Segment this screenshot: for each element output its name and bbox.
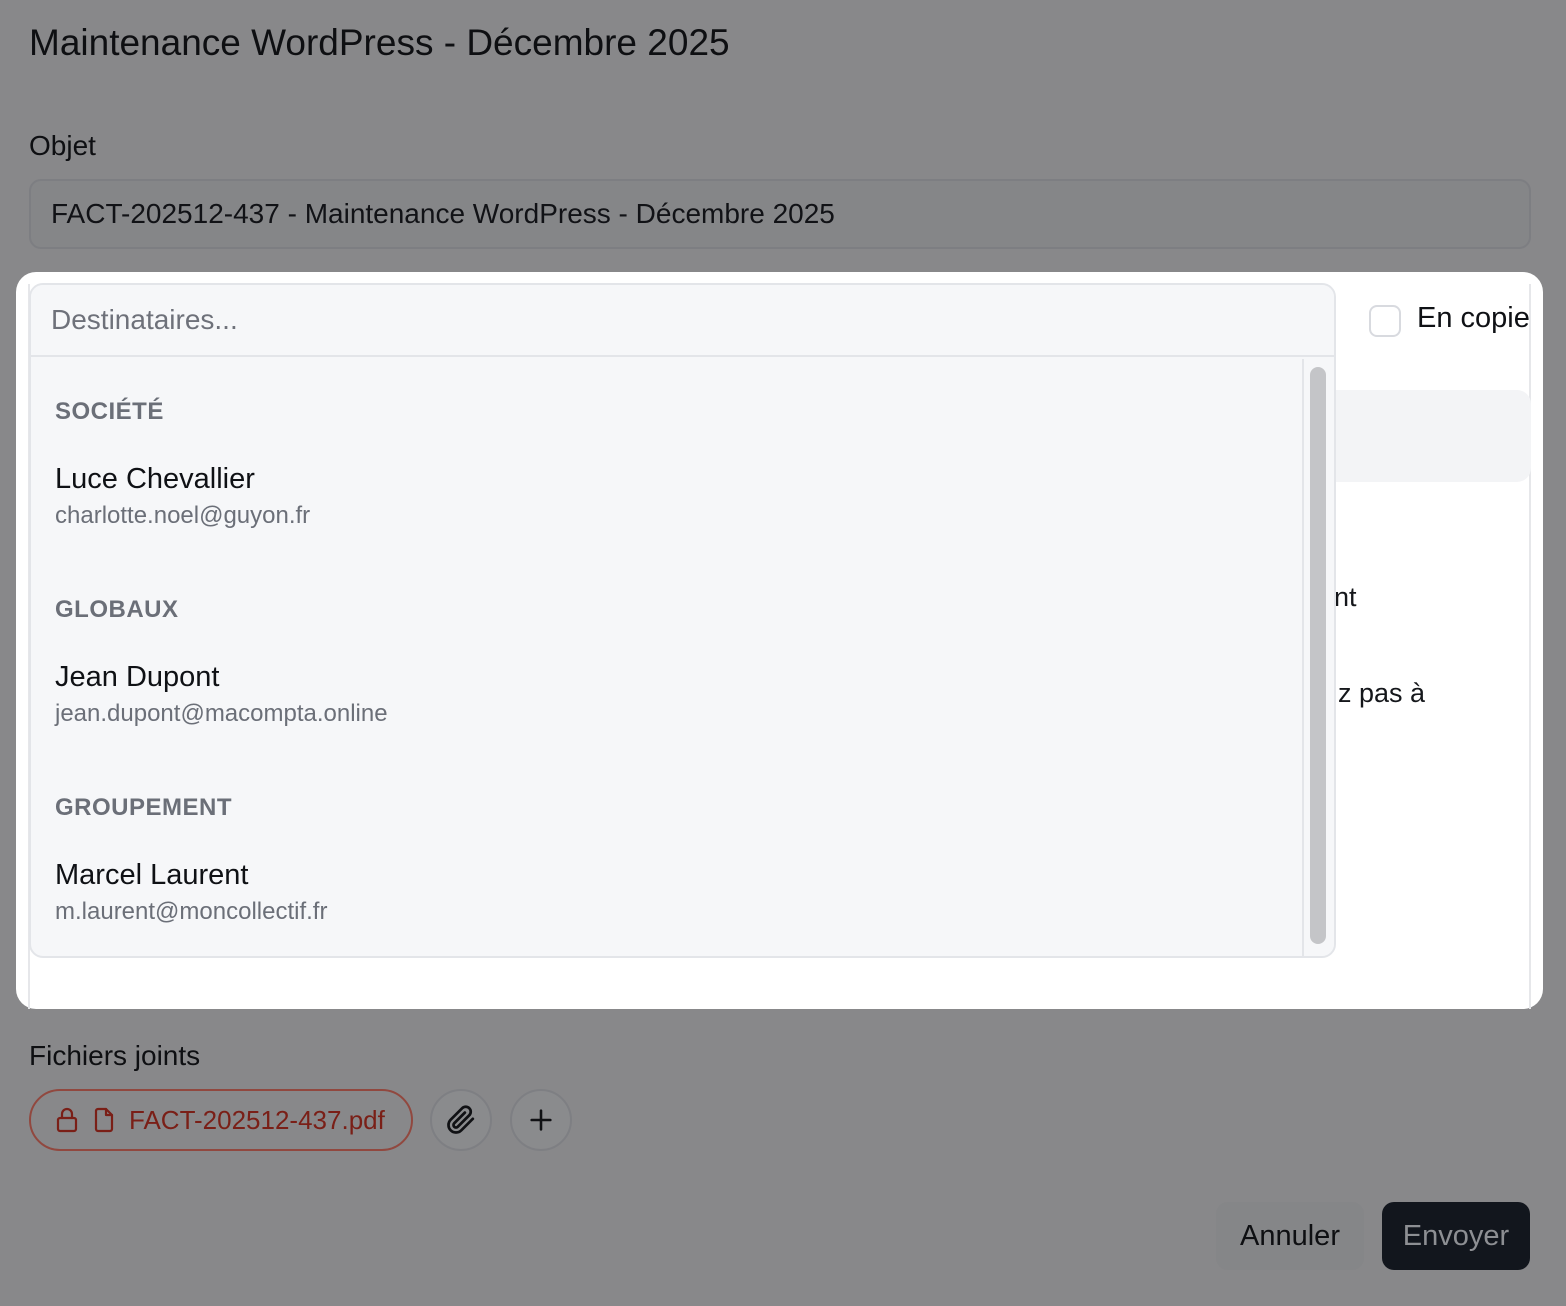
message-body-fragment: z pas à xyxy=(1338,678,1426,708)
recipients-combobox: SOCIÉTÉ Luce Chevallier charlotte.noel@g… xyxy=(29,283,1336,958)
recipient-option[interactable]: Marcel Laurent m.laurent@moncollectif.fr xyxy=(55,859,1304,939)
message-body-fragment: nt xyxy=(1334,582,1357,612)
subject-label: Objet xyxy=(29,130,96,161)
recipients-dropdown-list: SOCIÉTÉ Luce Chevallier charlotte.noel@g… xyxy=(31,359,1304,956)
attach-file-button[interactable] xyxy=(430,1089,492,1151)
subject-value: FACT-202512-437 - Maintenance WordPress … xyxy=(51,198,835,229)
recipient-option[interactable]: Jean Dupont jean.dupont@macompta.online xyxy=(55,661,1304,741)
add-attachment-button[interactable] xyxy=(510,1089,572,1151)
paperclip-icon xyxy=(447,1105,475,1134)
recipient-email: m.laurent@moncollectif.fr xyxy=(55,898,328,925)
recipient-name: Luce Chevallier xyxy=(55,463,255,495)
attachment-chip[interactable]: FACT-202512-437.pdf xyxy=(29,1089,413,1151)
subject-input[interactable]: FACT-202512-437 - Maintenance WordPress … xyxy=(29,179,1531,249)
cc-checkbox[interactable] xyxy=(1369,305,1401,337)
scrollbar-thumb[interactable] xyxy=(1310,367,1326,944)
recipient-email: charlotte.noel@guyon.fr xyxy=(55,502,311,529)
partially-hidden-field xyxy=(1320,390,1531,482)
file-icon xyxy=(94,1107,114,1133)
cancel-button[interactable]: Annuler xyxy=(1216,1202,1364,1270)
lock-icon xyxy=(56,1107,78,1133)
plus-icon xyxy=(530,1109,552,1131)
dropdown-scrollbar[interactable] xyxy=(1302,359,1334,956)
send-button[interactable]: Envoyer xyxy=(1382,1202,1530,1270)
recipient-name: Jean Dupont xyxy=(55,661,220,693)
recipient-option[interactable]: Luce Chevallier charlotte.noel@guyon.fr xyxy=(55,463,1304,543)
recipient-name: Marcel Laurent xyxy=(55,859,249,891)
group-title-globaux: GLOBAUX xyxy=(55,596,179,623)
group-title-groupement: GROUPEMENT xyxy=(55,794,233,821)
attachment-filename: FACT-202512-437.pdf xyxy=(129,1104,385,1135)
cc-label[interactable]: En copie xyxy=(1417,302,1530,335)
dialog-title: Maintenance WordPress - Décembre 2025 xyxy=(29,22,730,63)
recipients-search-input[interactable] xyxy=(31,285,1334,357)
recipient-email: jean.dupont@macompta.online xyxy=(55,700,388,727)
group-title-societe: SOCIÉTÉ xyxy=(55,398,164,425)
attachments-label: Fichiers joints xyxy=(29,1040,201,1071)
